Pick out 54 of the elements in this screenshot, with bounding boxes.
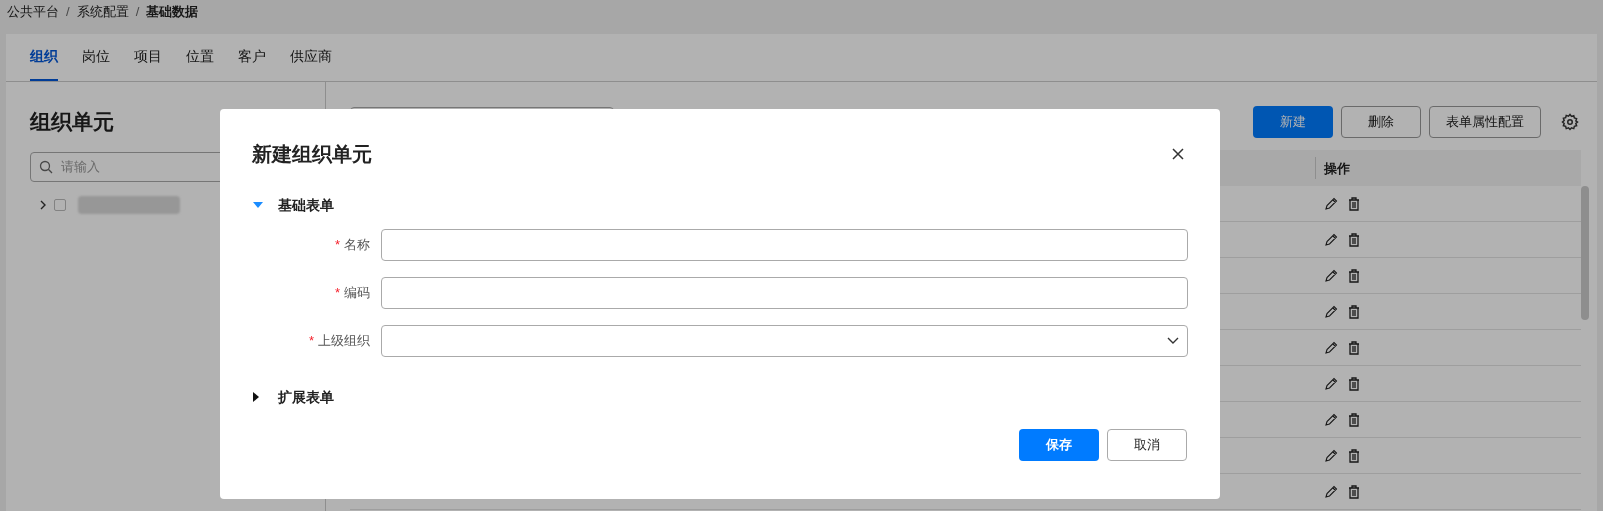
input-field[interactable] bbox=[381, 277, 1188, 309]
close-button[interactable] bbox=[1170, 146, 1186, 162]
trash-icon[interactable] bbox=[1348, 340, 1360, 355]
trash-icon[interactable] bbox=[1348, 268, 1360, 283]
checkbox[interactable] bbox=[54, 198, 66, 211]
edit-icon[interactable] bbox=[1324, 304, 1338, 319]
scrollbar[interactable] bbox=[1581, 186, 1589, 320]
trash-icon[interactable] bbox=[1348, 448, 1360, 463]
trash-icon[interactable] bbox=[1348, 196, 1360, 211]
trash-icon[interactable] bbox=[1348, 232, 1360, 247]
field-label: 上级组织 bbox=[318, 332, 370, 351]
trash-icon[interactable] bbox=[1348, 484, 1360, 499]
toolbar-button[interactable]: 新建 bbox=[1253, 106, 1333, 138]
select-field[interactable] bbox=[381, 325, 1188, 357]
breadcrumb-link[interactable]: 系统配置 bbox=[76, 2, 129, 22]
required-mark: * bbox=[334, 284, 340, 303]
dialog-button[interactable]: 取消 bbox=[1107, 429, 1187, 461]
chevron-down-icon bbox=[1167, 337, 1179, 345]
sidebar-title: 组织单元 bbox=[30, 109, 115, 135]
trash-icon[interactable] bbox=[1348, 412, 1360, 427]
edit-icon[interactable] bbox=[1324, 268, 1338, 283]
tab[interactable]: 岗位 bbox=[82, 34, 110, 81]
edit-icon[interactable] bbox=[1324, 484, 1338, 499]
field-label: 编码 bbox=[344, 284, 370, 303]
section-title: 基础表单 bbox=[278, 195, 334, 215]
trash-icon[interactable] bbox=[1348, 376, 1360, 391]
settings-icon[interactable] bbox=[1561, 113, 1579, 131]
search-icon bbox=[39, 159, 53, 174]
required-mark: * bbox=[308, 332, 314, 351]
edit-icon[interactable] bbox=[1324, 196, 1338, 211]
toolbar-button[interactable]: 删除 bbox=[1341, 106, 1421, 138]
expand-icon[interactable] bbox=[38, 199, 48, 210]
section-title: 扩展表单 bbox=[278, 387, 334, 407]
edit-icon[interactable] bbox=[1324, 448, 1338, 463]
breadcrumb-separator: / bbox=[66, 3, 70, 22]
breadcrumb-separator: / bbox=[135, 3, 140, 22]
edit-icon[interactable] bbox=[1324, 376, 1338, 391]
dialog-button[interactable]: 保存 bbox=[1019, 429, 1099, 461]
tab[interactable]: 项目 bbox=[134, 34, 162, 81]
tab[interactable]: 客户 bbox=[238, 34, 266, 81]
tab[interactable]: 组织 bbox=[30, 34, 58, 81]
trash-icon[interactable] bbox=[1348, 304, 1360, 319]
breadcrumb-link[interactable]: 公共平台 bbox=[7, 2, 59, 22]
tab[interactable]: 位置 bbox=[186, 34, 214, 81]
edit-icon[interactable] bbox=[1324, 232, 1338, 247]
column-header: 操作 bbox=[1323, 161, 1350, 176]
toolbar-button[interactable]: 表单属性配置 bbox=[1429, 106, 1541, 138]
field-label: 名称 bbox=[344, 236, 370, 255]
input-field[interactable] bbox=[381, 229, 1188, 261]
edit-icon[interactable] bbox=[1324, 340, 1338, 355]
required-mark: * bbox=[334, 236, 340, 255]
edit-icon[interactable] bbox=[1324, 412, 1338, 427]
collapse-icon[interactable] bbox=[252, 201, 264, 209]
tab[interactable]: 供应商 bbox=[290, 34, 332, 81]
